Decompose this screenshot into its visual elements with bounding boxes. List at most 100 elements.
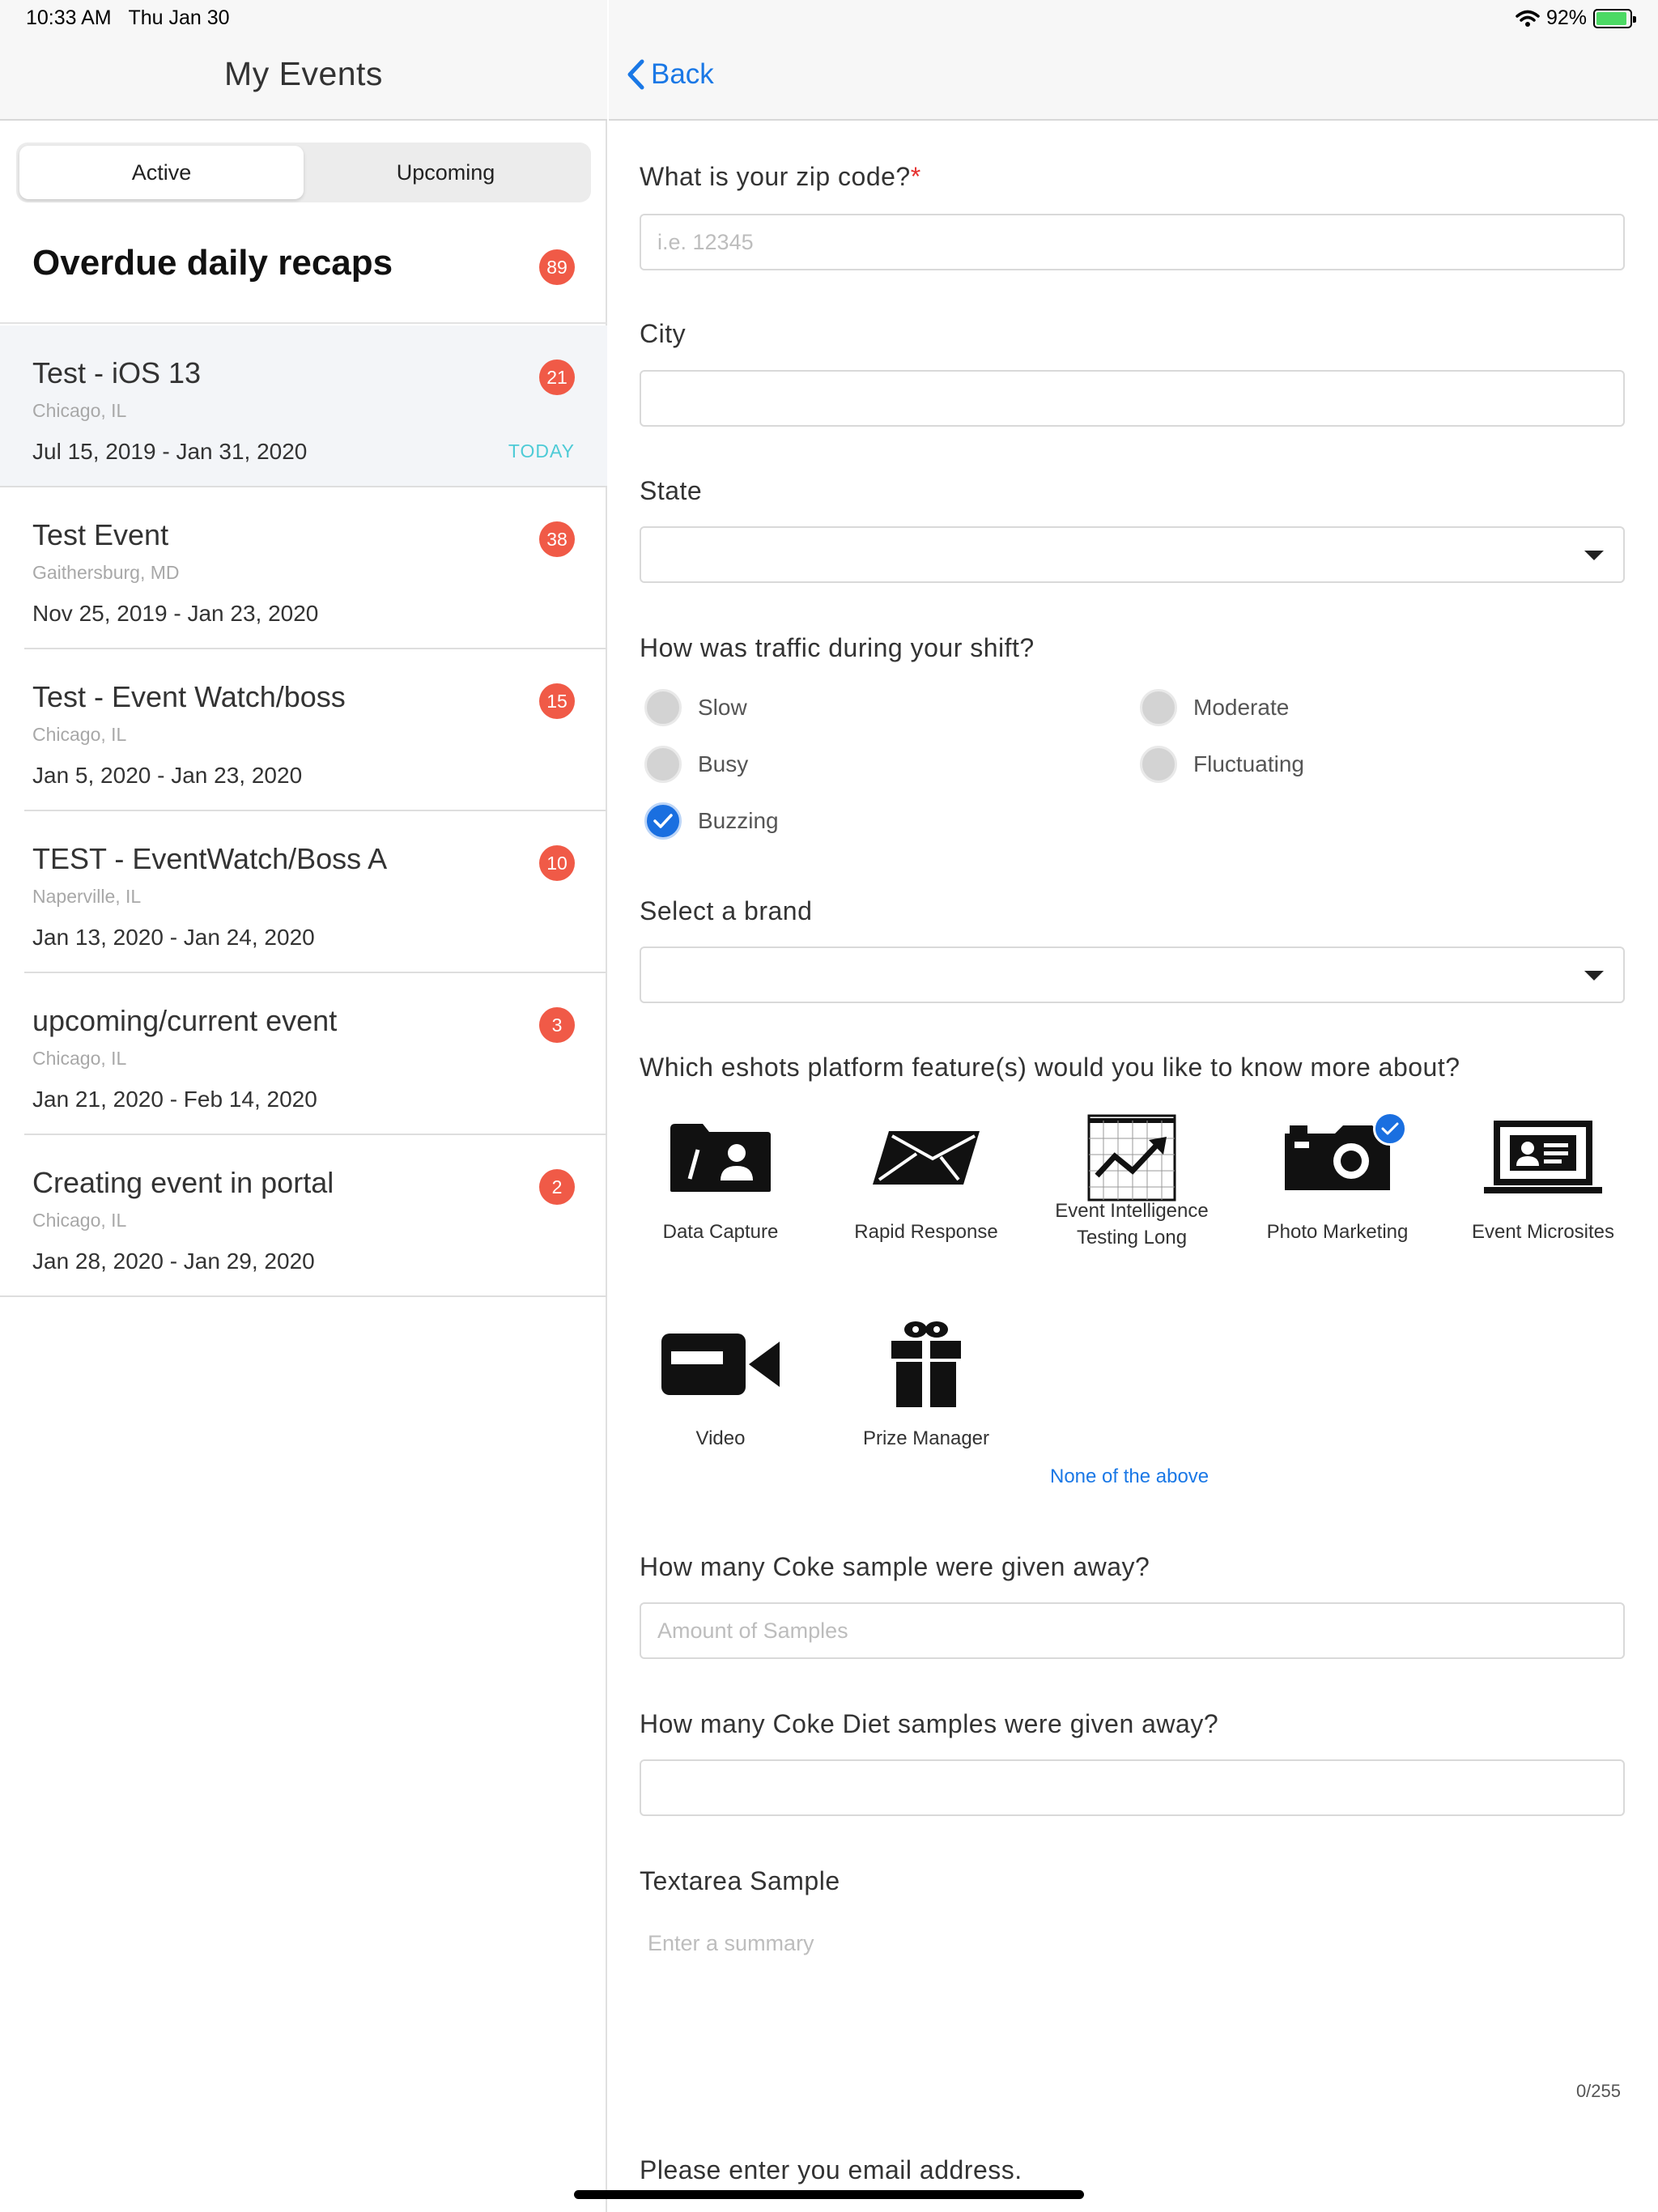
character-counter: 0/255 — [1575, 2081, 1621, 2101]
camera-icon — [1240, 1112, 1435, 1202]
event-count-badge: 10 — [539, 845, 575, 881]
page-title: My Events — [224, 55, 383, 92]
radio-button — [1140, 689, 1177, 726]
event-dates: Jan 5, 2020 - Jan 23, 2020 — [32, 763, 303, 788]
features-label: Which eshots platform feature(s) would y… — [640, 1053, 1460, 1082]
home-indicator[interactable] — [574, 2190, 1084, 2199]
event-dates: Nov 25, 2019 - Jan 23, 2020 — [32, 601, 319, 626]
state-select[interactable] — [640, 526, 1625, 583]
event-count-badge: 2 — [539, 1169, 575, 1205]
event-list-item[interactable]: upcoming/current event 3 Chicago, IL Jan… — [0, 973, 607, 1135]
events-segmented-control: Active Upcoming — [16, 143, 591, 202]
event-count-badge: 38 — [539, 521, 575, 557]
feature-data-capture[interactable]: Data Capture — [623, 1113, 818, 1245]
city-label: City — [640, 319, 687, 348]
radio-label: Moderate — [1193, 695, 1290, 720]
date-text: Thu Jan 30 — [128, 6, 230, 29]
feature-label: Event Microsites — [1471, 1221, 1615, 1243]
radio-moderate[interactable]: Moderate — [1140, 689, 1289, 726]
radio-slow[interactable]: Slow — [644, 689, 747, 726]
divider — [0, 1295, 607, 1297]
gift-icon — [829, 1320, 1023, 1409]
today-tag: TODAY — [508, 440, 575, 462]
feature-rapid-response[interactable]: Rapid Response — [829, 1113, 1023, 1245]
coke-samples-label: How many Coke sample were given away? — [640, 1552, 1150, 1581]
feature-video[interactable]: Video — [623, 1320, 818, 1452]
radio-button-checked — [644, 802, 682, 840]
chart-icon — [1035, 1113, 1229, 1202]
brand-label: Select a brand — [640, 896, 813, 925]
tab-active[interactable]: Active — [19, 146, 304, 199]
event-location: Gaithersburg, MD — [32, 562, 180, 583]
event-name: TEST - EventWatch/Boss A — [32, 842, 388, 875]
event-location: Chicago, IL — [32, 400, 127, 421]
radio-button — [644, 746, 682, 783]
radio-buzzing[interactable]: Buzzing — [644, 802, 779, 840]
event-dates: Jan 21, 2020 - Feb 14, 2020 — [32, 1087, 317, 1112]
event-dates: Jan 13, 2020 - Jan 24, 2020 — [32, 925, 315, 950]
dropdown-arrow-icon — [1584, 551, 1604, 560]
event-list-item[interactable]: Creating event in portal 2 Chicago, IL J… — [0, 1135, 607, 1297]
zip-label: What is your zip code?* — [640, 162, 921, 192]
radio-label: Slow — [698, 695, 747, 720]
feature-label: Data Capture — [662, 1221, 779, 1243]
none-of-the-above-link[interactable]: None of the above — [1050, 1465, 1209, 1488]
feature-label: Video — [695, 1427, 746, 1449]
textarea-label: Textarea Sample — [640, 1866, 840, 1895]
diet-samples-label: How many Coke Diet samples were given aw… — [640, 1709, 1219, 1738]
battery-percent: 92% — [1545, 6, 1587, 29]
diet-samples-input[interactable] — [640, 1759, 1625, 1816]
email-label: Please enter you email address. — [640, 2155, 1022, 2184]
video-camera-icon — [623, 1320, 818, 1409]
radio-label: Fluctuating — [1193, 751, 1304, 776]
wifi-icon — [1516, 10, 1540, 27]
required-mark: * — [910, 162, 921, 191]
feature-label: Photo Marketing — [1266, 1221, 1409, 1243]
radio-button — [644, 689, 682, 726]
battery-icon — [1593, 8, 1636, 28]
event-name: Test - Event Watch/boss — [32, 680, 346, 713]
event-location: Naperville, IL — [32, 886, 142, 907]
data-capture-icon — [623, 1113, 818, 1202]
event-name: Test - iOS 13 — [32, 356, 202, 389]
summary-textarea[interactable]: Enter a summary — [648, 1931, 814, 1956]
event-list-item[interactable]: TEST - EventWatch/Boss A 10 Naperville, … — [0, 811, 607, 973]
status-indicators: 92% — [1516, 6, 1636, 30]
radio-label: Buzzing — [698, 808, 779, 833]
feature-label: Prize Manager — [862, 1427, 990, 1449]
envelope-icon — [829, 1113, 1023, 1202]
feature-event-microsites[interactable]: Event Microsites — [1446, 1113, 1640, 1245]
radio-button — [1140, 746, 1177, 783]
feature-label: Event Intelligence Testing Long — [1055, 1200, 1209, 1249]
event-list-item[interactable]: Test Event 38 Gaithersburg, MD Nov 25, 2… — [0, 487, 607, 649]
zip-label-text: What is your zip code? — [640, 162, 911, 191]
tab-upcoming[interactable]: Upcoming — [304, 146, 588, 199]
event-location: Chicago, IL — [32, 724, 127, 745]
event-count-badge: 15 — [539, 683, 575, 719]
feature-prize-manager[interactable]: Prize Manager — [829, 1320, 1023, 1452]
feature-photo-marketing[interactable]: Photo Marketing — [1240, 1112, 1435, 1245]
event-name: upcoming/current event — [32, 1004, 338, 1037]
radio-busy[interactable]: Busy — [644, 746, 748, 783]
coke-samples-input[interactable]: Amount of Samples — [640, 1602, 1625, 1659]
back-button[interactable]: Back — [627, 58, 714, 91]
zip-input[interactable]: i.e. 12345 — [640, 214, 1625, 270]
chevron-left-icon — [627, 59, 644, 90]
state-label: State — [640, 476, 703, 505]
city-input[interactable] — [640, 370, 1625, 427]
dropdown-arrow-icon — [1584, 971, 1604, 981]
overdue-recaps-row[interactable]: Overdue daily recaps 89 — [0, 219, 607, 324]
overdue-count-badge: 89 — [539, 249, 575, 285]
event-count-badge: 3 — [539, 1007, 575, 1043]
brand-select[interactable] — [640, 946, 1625, 1003]
radio-label: Busy — [698, 751, 749, 776]
feature-event-intelligence[interactable]: Event Intelligence Testing Long — [1035, 1113, 1229, 1251]
radio-fluctuating[interactable]: Fluctuating — [1140, 746, 1304, 783]
event-name: Test Event — [32, 518, 169, 551]
event-location: Chicago, IL — [32, 1210, 127, 1231]
events-sidebar: My Events Active Upcoming Overdue daily … — [0, 0, 607, 2212]
event-list-item[interactable]: Test - Event Watch/boss 15 Chicago, IL J… — [0, 649, 607, 811]
event-location: Chicago, IL — [32, 1048, 127, 1069]
status-bar: 10:33 AM Thu Jan 30 92% — [0, 0, 1658, 37]
event-list-item[interactable]: Test - iOS 13 21 Chicago, IL Jul 15, 201… — [0, 325, 607, 487]
